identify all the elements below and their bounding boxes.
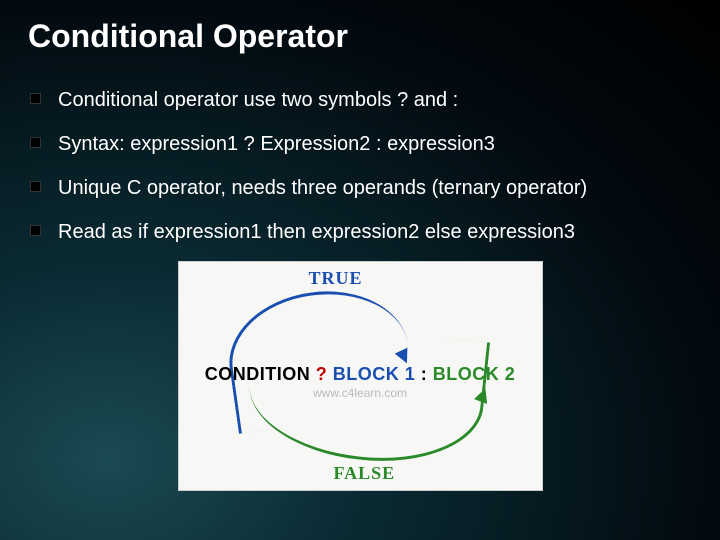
bullet-item: Syntax: expression1 ? Expression2 : expr…: [30, 123, 720, 167]
conditional-diagram: TRUE CONDITION ? BLOCK 1 : BLOCK 2 www.c…: [178, 261, 543, 491]
bullet-item: Conditional operator use two symbols ? a…: [30, 79, 720, 123]
true-label: TRUE: [309, 268, 363, 289]
bullet-item: Unique C operator, needs three operands …: [30, 167, 720, 211]
bullet-item: Read as if expression1 then expression2 …: [30, 211, 720, 255]
slide-title: Conditional Operator: [0, 0, 720, 55]
false-arc: [242, 318, 489, 472]
bullet-list: Conditional operator use two symbols ? a…: [0, 55, 720, 255]
false-label: FALSE: [334, 463, 396, 484]
